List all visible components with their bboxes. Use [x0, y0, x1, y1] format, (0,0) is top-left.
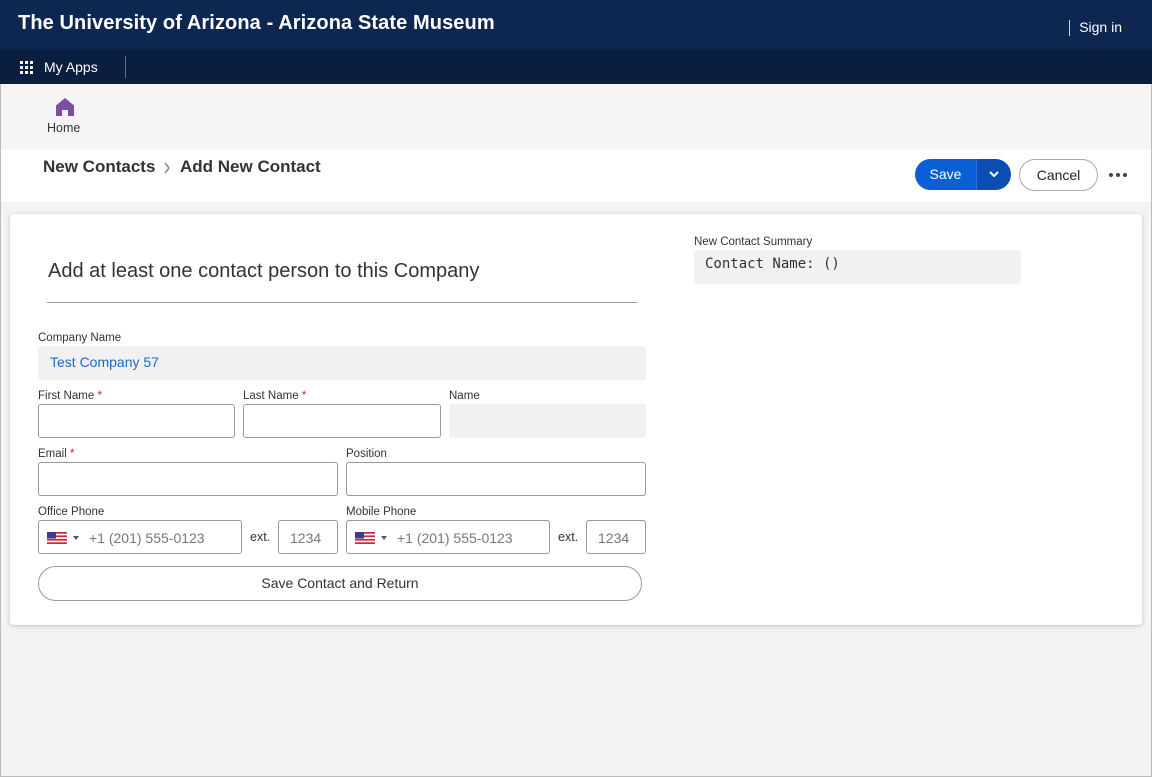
- caret-down-icon[interactable]: [73, 536, 79, 540]
- mobile-ext-label: ext.: [558, 530, 579, 544]
- company-name-label: Company Name: [38, 332, 122, 344]
- more-horizontal-icon[interactable]: [1109, 173, 1129, 178]
- divider: [125, 56, 126, 78]
- my-apps-link[interactable]: My Apps: [44, 59, 98, 75]
- mobile-phone-label: Mobile Phone: [346, 506, 417, 518]
- breadcrumb-current: Add New Contact: [180, 157, 321, 176]
- page-header: New Contacts Add New Contact Save Cancel: [0, 149, 1152, 202]
- office-phone-label: Office Phone: [38, 506, 105, 518]
- divider: [1069, 20, 1070, 36]
- chevron-down-icon: [989, 171, 999, 178]
- required-marker: *: [69, 448, 75, 460]
- position-input[interactable]: [346, 462, 646, 496]
- save-options-button[interactable]: [976, 159, 1011, 190]
- save-contact-return-button[interactable]: Save Contact and Return: [38, 566, 642, 601]
- mobile-phone-input[interactable]: +1 (201) 555-0123: [346, 520, 550, 554]
- form-card: Add at least one contact person to this …: [10, 214, 1142, 625]
- caret-down-icon[interactable]: [381, 536, 387, 540]
- mobile-ext-input[interactable]: 1234: [586, 520, 646, 554]
- us-flag-icon[interactable]: [355, 532, 375, 544]
- company-name-field: Test Company 57: [38, 346, 646, 380]
- last-name-input[interactable]: [243, 404, 441, 438]
- position-label: Position: [346, 448, 387, 460]
- form-heading: Add at least one contact person to this …: [48, 260, 480, 282]
- chevron-right-icon: [164, 162, 170, 174]
- name-label: Name: [449, 390, 480, 402]
- mobile-phone-placeholder: +1 (201) 555-0123: [397, 530, 513, 546]
- home-icon[interactable]: [55, 97, 75, 117]
- email-label-text: Email: [38, 448, 67, 460]
- office-ext-label: ext.: [250, 530, 271, 544]
- office-ext-input[interactable]: 1234: [278, 520, 338, 554]
- email-label: Email *: [38, 448, 74, 460]
- last-name-label: Last Name *: [243, 390, 306, 402]
- summary-label: New Contact Summary: [694, 236, 813, 248]
- app-bar: My Apps: [0, 50, 1152, 84]
- first-name-label: First Name *: [38, 390, 102, 402]
- first-name-label-text: First Name: [38, 390, 95, 402]
- breadcrumb-parent[interactable]: New Contacts: [43, 157, 155, 177]
- first-name-input[interactable]: [38, 404, 235, 438]
- required-marker: *: [301, 390, 307, 402]
- divider: [47, 302, 637, 303]
- office-phone-input[interactable]: +1 (201) 555-0123: [38, 520, 242, 554]
- us-flag-icon[interactable]: [47, 532, 67, 544]
- mobile-ext-placeholder: 1234: [598, 530, 630, 546]
- summary-value: Contact Name: (): [705, 256, 840, 272]
- sign-in-link[interactable]: Sign in: [1079, 19, 1122, 35]
- last-name-label-text: Last Name: [243, 390, 299, 402]
- nav-bar: Home: [0, 84, 1152, 149]
- site-title: The University of Arizona - Arizona Stat…: [18, 12, 495, 34]
- email-input[interactable]: [38, 462, 338, 496]
- summary-box: Contact Name: (): [694, 250, 1021, 284]
- cancel-button[interactable]: Cancel: [1019, 159, 1098, 191]
- office-phone-placeholder: +1 (201) 555-0123: [89, 530, 205, 546]
- office-ext-placeholder: 1234: [290, 530, 322, 546]
- name-field: [449, 404, 646, 438]
- required-marker: *: [97, 390, 102, 402]
- save-button[interactable]: Save: [915, 159, 976, 190]
- home-link[interactable]: Home: [47, 121, 80, 135]
- top-bar: The University of Arizona - Arizona Stat…: [0, 0, 1152, 50]
- grid-icon[interactable]: [20, 61, 33, 74]
- company-name-value[interactable]: Test Company 57: [50, 354, 159, 370]
